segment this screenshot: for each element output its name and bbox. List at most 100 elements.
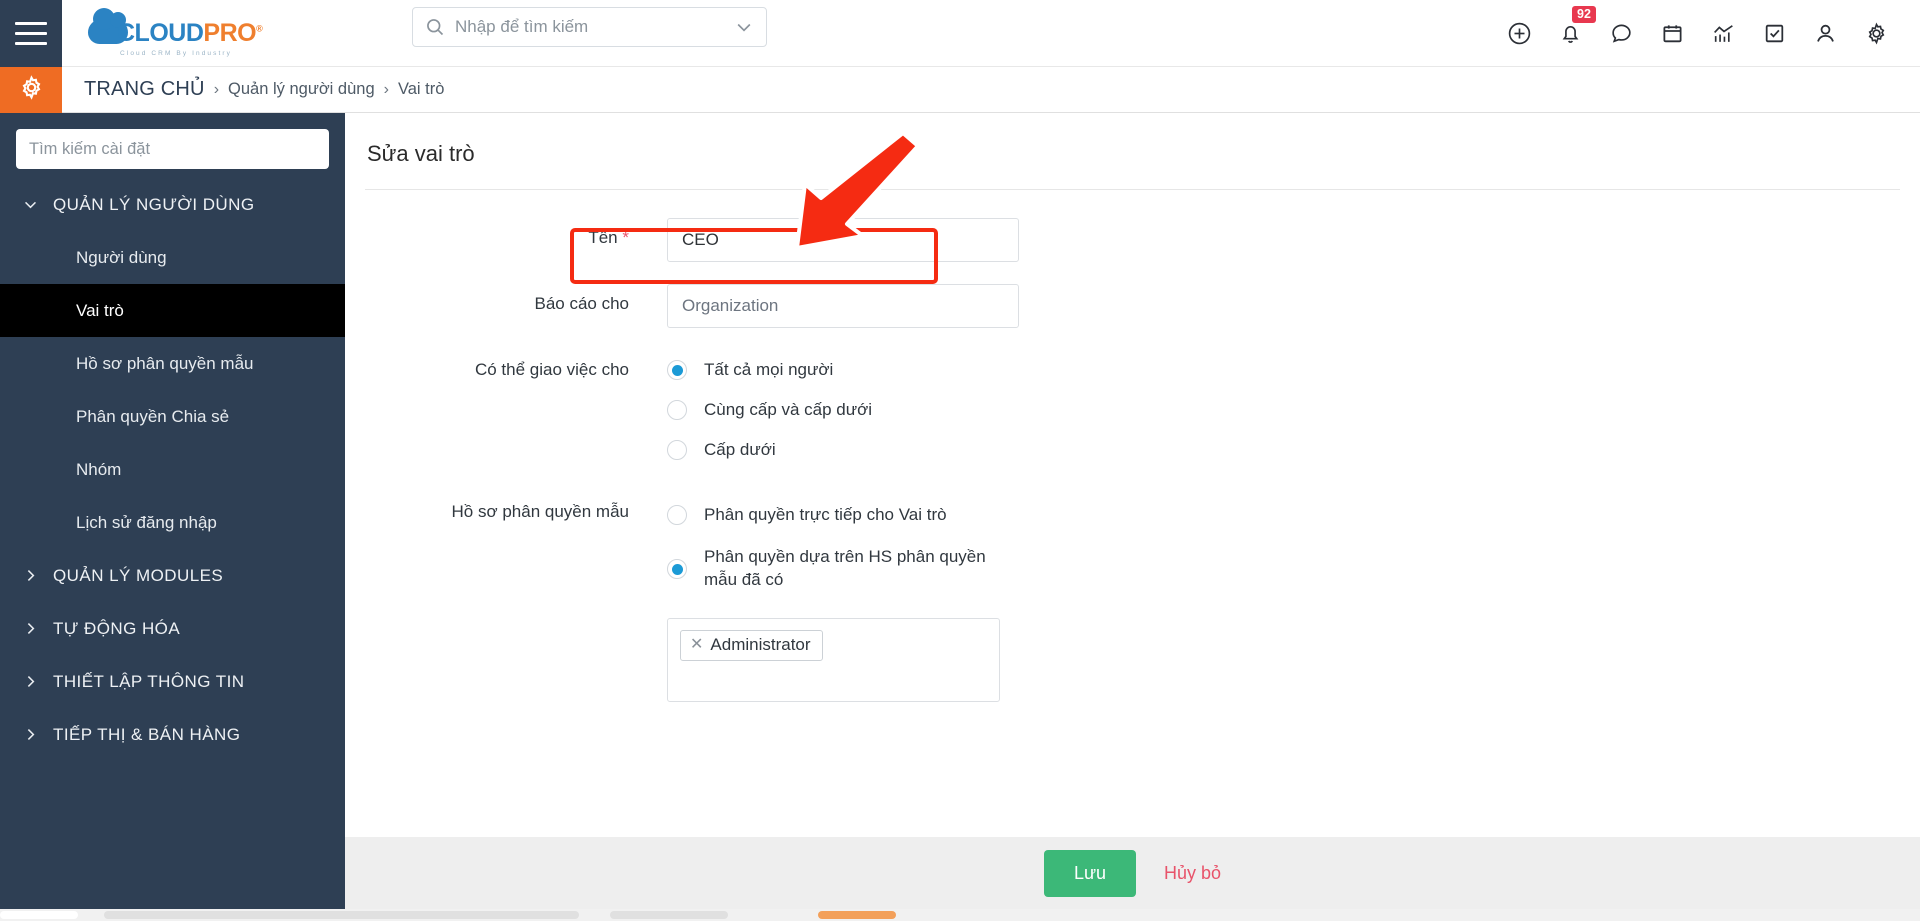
sidebar-item-profiles[interactable]: Hồ sơ phân quyền mẫu: [0, 337, 345, 390]
page-title: Sửa vai trò: [367, 141, 475, 166]
sidebar-item-login-history[interactable]: Lịch sử đăng nhập: [0, 496, 345, 549]
name-input-value: CEO: [682, 230, 719, 249]
radio-label-peers-and-subordinates: Cùng cấp và cấp dưới: [704, 399, 873, 419]
radio-option-existing-profile[interactable]: Phân quyền dựa trên HS phân quyền mẫu đã…: [667, 538, 1920, 600]
chevron-right-icon: [22, 620, 39, 637]
scrollbar-segment: [0, 911, 78, 919]
hamburger-icon: [15, 21, 47, 45]
sidebar-search-wrapper: Tìm kiếm cài đặt: [0, 113, 345, 169]
name-field-wrapper: CEO: [667, 218, 1920, 262]
profile-label: Hồ sơ phân quyền mẫu: [451, 502, 629, 521]
notification-count-badge: 92: [1572, 6, 1596, 24]
radio-label-subordinates: Cấp dưới: [704, 439, 776, 459]
user-account-icon[interactable]: [1800, 0, 1851, 67]
name-input[interactable]: CEO: [667, 218, 1019, 262]
scrollbar-segment-highlight: [818, 911, 896, 919]
breadcrumb: TRANG CHỦ › Quản lý người dùng › Vai trò: [62, 78, 444, 101]
radio-button-existing-profile[interactable]: [667, 559, 687, 579]
cancel-button[interactable]: Hủy bỏ: [1164, 863, 1221, 884]
sidebar-group-marketing-sales[interactable]: TIẾP THỊ & BÁN HÀNG: [0, 708, 345, 761]
save-button[interactable]: Lưu: [1043, 849, 1137, 897]
sidebar-item-label: Người dùng: [76, 247, 167, 267]
breadcrumb-item-user-management[interactable]: Quản lý người dùng: [228, 80, 375, 99]
radio-button-subordinates[interactable]: [667, 440, 687, 460]
form-row-assign-to: Có thể giao việc cho Tất cả mọi người Cù…: [345, 350, 1920, 470]
sidebar-group-information-setup[interactable]: THIẾT LẬP THÔNG TIN: [0, 655, 345, 708]
sidebar-group-label: TIẾP THỊ & BÁN HÀNG: [53, 724, 241, 744]
form-row-reports-to: Báo cáo cho Organization: [345, 284, 1920, 328]
radio-option-everyone[interactable]: Tất cả mọi người: [667, 350, 1920, 390]
form-row-name: Tên * CEO: [345, 218, 1920, 262]
sidebar-group-label: QUẢN LÝ NGƯỜI DÙNG: [53, 194, 255, 214]
profile-tag-container[interactable]: ✕ Administrator: [667, 618, 1000, 702]
assign-to-label: Có thể giao việc cho: [474, 360, 629, 379]
radio-option-peers-and-subordinates[interactable]: Cùng cấp và cấp dưới: [667, 390, 1920, 430]
radio-option-subordinates[interactable]: Cấp dưới: [667, 430, 1920, 470]
sidebar-item-sharing-rules[interactable]: Phân quyền Chia sẻ: [0, 390, 345, 443]
form-row-profile: Hồ sơ phân quyền mẫu Phân quyền trực tiế…: [345, 492, 1920, 702]
sidebar-group-label: QUẢN LÝ MODULES: [53, 565, 224, 585]
profile-radio-group: Phân quyền trực tiếp cho Vai trò Phân qu…: [667, 492, 1920, 702]
bell-icon[interactable]: 92: [1545, 0, 1596, 67]
profile-tag-administrator[interactable]: ✕ Administrator: [680, 630, 823, 661]
sidebar-item-label: Hồ sơ phân quyền mẫu: [76, 353, 254, 373]
search-icon: [425, 17, 445, 37]
assign-to-radio-group: Tất cả mọi người Cùng cấp và cấp dưới Cấ…: [667, 350, 1920, 470]
sidebar-item-users[interactable]: Người dùng: [0, 231, 345, 284]
sidebar-group-label: TỰ ĐỘNG HÓA: [53, 618, 181, 638]
brand-name-part1: CLOUD: [117, 18, 204, 47]
sidebar-item-label: Vai trò: [76, 300, 124, 320]
radio-option-direct-permission[interactable]: Phân quyền trực tiếp cho Vai trò: [667, 492, 1920, 538]
chevron-down-icon[interactable]: [734, 17, 754, 37]
sidebar-group-label: THIẾT LẬP THÔNG TIN: [53, 671, 245, 691]
sidebar-search-placeholder: Tìm kiếm cài đặt: [29, 139, 151, 158]
radio-button-direct-permission[interactable]: [667, 505, 687, 525]
sidebar-item-label: Lịch sử đăng nhập: [76, 512, 217, 532]
radio-label-everyone: Tất cả mọi người: [704, 359, 834, 379]
radio-button-everyone[interactable]: [667, 360, 687, 380]
sidebar-group-automation[interactable]: TỰ ĐỘNG HÓA: [0, 602, 345, 655]
sidebar-item-label: Phân quyền Chia sẻ: [76, 406, 230, 426]
menu-toggle-button[interactable]: [0, 0, 62, 67]
radio-label-existing-profile: Phân quyền dựa trên HS phân quyền mẫu đã…: [704, 547, 986, 589]
plus-circle-icon[interactable]: [1494, 0, 1545, 67]
calendar-icon[interactable]: [1647, 0, 1698, 67]
chevron-right-icon: [22, 726, 39, 743]
top-header-bar: CLOUDPRO® Cloud CRM By Industry Nhập để …: [0, 0, 1920, 67]
sidebar-item-groups[interactable]: Nhóm: [0, 443, 345, 496]
scrollbar-thumb[interactable]: [104, 911, 579, 919]
brand-tagline: Cloud CRM By Industry: [120, 50, 233, 57]
sidebar-group-user-management[interactable]: QUẢN LÝ NGƯỜI DÙNG: [0, 178, 345, 231]
analytics-chart-icon[interactable]: [1698, 0, 1749, 67]
close-icon[interactable]: ✕: [690, 637, 703, 653]
checkbox-task-icon[interactable]: [1749, 0, 1800, 67]
gear-icon: [18, 74, 45, 106]
brand-logo[interactable]: CLOUDPRO® Cloud CRM By Industry: [62, 0, 263, 67]
brand-logo-text: CLOUDPRO®: [117, 18, 263, 47]
radio-label-direct-permission: Phân quyền trực tiếp cho Vai trò: [704, 504, 947, 524]
chevron-right-icon: [22, 673, 39, 690]
global-search-input[interactable]: Nhập để tìm kiếm: [412, 7, 767, 47]
sidebar-search-input[interactable]: Tìm kiếm cài đặt: [16, 129, 329, 169]
settings-gear-icon[interactable]: [1851, 0, 1902, 67]
settings-shortcut-button[interactable]: [0, 66, 62, 113]
chat-bubble-icon[interactable]: [1596, 0, 1647, 67]
chevron-right-icon: [22, 567, 39, 584]
chevron-down-icon: [22, 196, 39, 213]
registered-mark: ®: [256, 23, 263, 34]
reports-to-input[interactable]: Organization: [667, 284, 1019, 328]
radio-button-peers-and-subordinates[interactable]: [667, 400, 687, 420]
sidebar-item-label: Nhóm: [76, 459, 122, 479]
form-action-footer: Lưu Hủy bỏ: [345, 837, 1920, 909]
reports-to-label: Báo cáo cho: [534, 294, 629, 313]
sidebar-group-modules[interactable]: QUẢN LÝ MODULES: [0, 549, 345, 602]
reports-to-field-wrapper: Organization: [667, 284, 1920, 328]
breadcrumb-home[interactable]: TRANG CHỦ: [84, 78, 205, 101]
sidebar-item-roles[interactable]: Vai trò: [0, 284, 345, 337]
breadcrumb-item-roles[interactable]: Vai trò: [398, 80, 444, 99]
breadcrumb-bar: TRANG CHỦ › Quản lý người dùng › Vai trò: [0, 66, 1920, 113]
horizontal-scrollbar[interactable]: [0, 909, 1920, 921]
breadcrumb-separator: ›: [213, 80, 220, 98]
required-asterisk: *: [622, 228, 629, 247]
